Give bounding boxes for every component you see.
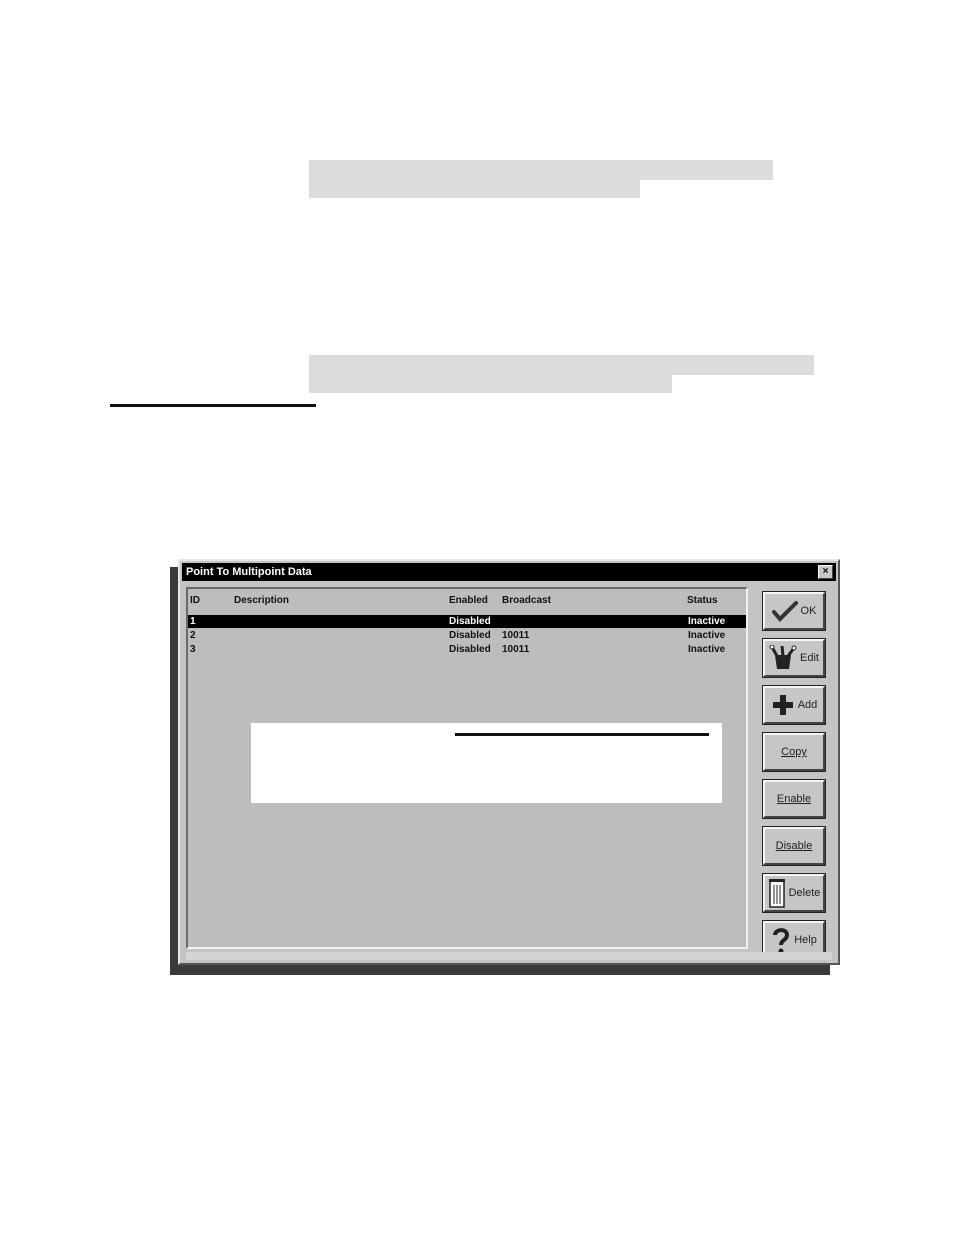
row-enabled: Disabled — [449, 616, 491, 627]
column-header-enabled[interactable]: Enabled — [449, 595, 488, 606]
edit-label: Edit — [800, 652, 819, 664]
point-to-multipoint-dialog: Point To Multipoint Data × ID Descriptio… — [178, 559, 840, 965]
trash-icon — [768, 878, 786, 908]
column-header-broadcast[interactable]: Broadcast — [502, 595, 551, 606]
checkmark-icon — [771, 600, 798, 622]
delete-label: Delete — [788, 887, 821, 899]
row-status: Inactive — [688, 630, 726, 641]
disable-label: Disable — [775, 840, 813, 852]
copy-button[interactable]: Copy — [762, 732, 826, 772]
question-icon — [771, 926, 791, 954]
window-title: Point To Multipoint Data — [186, 566, 312, 578]
enable-button[interactable]: Enable — [762, 779, 826, 819]
row-enabled: Disabled — [449, 630, 491, 641]
row-id: 3 — [190, 644, 196, 655]
redacted-text-block — [309, 160, 773, 180]
redacted-text-block — [309, 355, 814, 375]
title-bar: Point To Multipoint Data × — [182, 563, 836, 581]
column-header-description[interactable]: Description — [234, 595, 289, 606]
add-button[interactable]: Add — [762, 685, 826, 725]
table-row[interactable]: 3 Disabled 10011 Inactive — [188, 643, 746, 656]
column-header-status[interactable]: Status — [687, 595, 718, 606]
row-id: 2 — [190, 630, 196, 641]
disable-button[interactable]: Disable — [762, 826, 826, 866]
table-row[interactable]: 1 Disabled Inactive — [188, 615, 746, 628]
redacted-text-block — [309, 375, 672, 393]
ok-label: OK — [800, 605, 817, 617]
row-status: Inactive — [688, 616, 726, 627]
row-id: 1 — [190, 616, 196, 627]
row-broadcast: 10011 — [502, 630, 530, 641]
row-enabled: Disabled — [449, 644, 491, 655]
help-label: Help — [794, 934, 817, 946]
overlay-rule — [455, 733, 709, 736]
column-header-id[interactable]: ID — [190, 595, 200, 606]
edit-tools-icon — [769, 645, 797, 671]
add-label: Add — [797, 699, 818, 711]
data-list[interactable]: ID Description Enabled Broadcast Status … — [186, 587, 748, 949]
edit-button[interactable]: Edit — [762, 638, 826, 678]
close-button[interactable]: × — [818, 565, 833, 579]
row-status: Inactive — [688, 644, 726, 655]
delete-button[interactable]: Delete — [762, 873, 826, 913]
status-bar — [186, 952, 832, 960]
plus-icon — [771, 693, 795, 717]
table-row[interactable]: 2 Disabled 10011 Inactive — [188, 629, 746, 642]
close-icon: × — [822, 566, 829, 577]
enable-label: Enable — [776, 793, 812, 805]
redacted-text-block — [309, 180, 640, 198]
section-divider — [110, 404, 316, 407]
row-broadcast: 10011 — [502, 644, 530, 655]
copy-label: Copy — [781, 746, 807, 758]
redacted-overlay — [251, 723, 722, 803]
ok-button[interactable]: OK — [762, 591, 826, 631]
